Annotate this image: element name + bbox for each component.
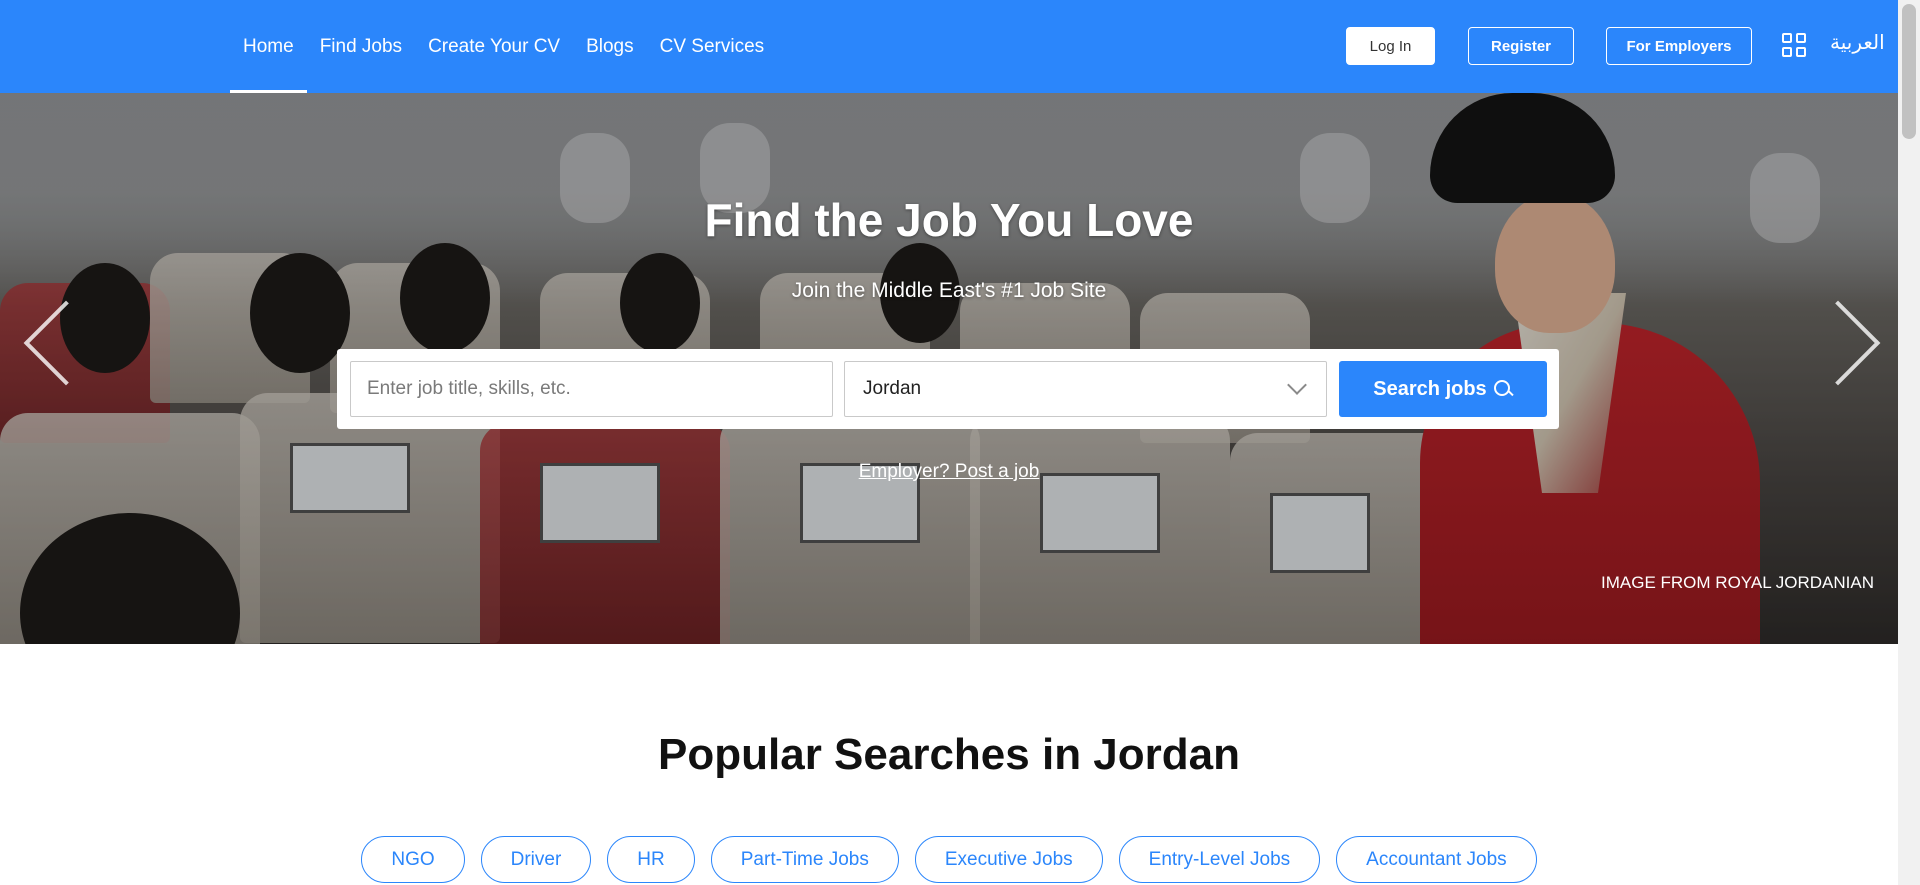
post-job-row: Employer? Post a job — [0, 461, 1898, 483]
search-button-label: Search jobs — [1373, 377, 1487, 400]
hero-title: Find the Job You Love — [704, 194, 1194, 246]
scrollbar-thumb[interactable] — [1902, 4, 1916, 139]
register-button[interactable]: Register — [1468, 27, 1574, 65]
tag-entry-level-jobs[interactable]: Entry-Level Jobs — [1118, 836, 1321, 883]
hero-subtitle: Join the Middle East's #1 Job Site — [791, 279, 1107, 302]
language-switch[interactable]: العربية — [1830, 30, 1885, 55]
page-scrollbar[interactable] — [1898, 0, 1920, 885]
country-select-value: Jordan — [863, 378, 922, 399]
job-keyword-input[interactable] — [350, 361, 833, 417]
nav-create-cv[interactable]: Create Your CV — [415, 0, 573, 93]
tag-ngo[interactable]: NGO — [361, 836, 465, 883]
job-search-form: Jordan Search jobs — [337, 349, 1559, 429]
country-select[interactable]: Jordan — [844, 361, 1327, 417]
tag-driver[interactable]: Driver — [480, 836, 592, 883]
hero-banner: Find the Job You Love Join the Middle Ea… — [0, 93, 1898, 644]
top-header: Home Find Jobs Create Your CV Blogs CV S… — [0, 0, 1898, 93]
grid-icon[interactable] — [1782, 33, 1806, 57]
chevron-down-icon — [1287, 375, 1307, 395]
for-employers-button[interactable]: For Employers — [1606, 27, 1752, 65]
nav-cv-services[interactable]: CV Services — [647, 0, 778, 93]
image-credit: IMAGE FROM ROYAL JORDANIAN — [1601, 573, 1874, 592]
nav-blogs[interactable]: Blogs — [573, 0, 647, 93]
main-nav: Home Find Jobs Create Your CV Blogs CV S… — [230, 0, 777, 93]
post-job-link[interactable]: Employer? Post a job — [859, 461, 1040, 482]
tag-executive-jobs[interactable]: Executive Jobs — [914, 836, 1103, 883]
tag-hr[interactable]: HR — [607, 836, 695, 883]
nav-find-jobs[interactable]: Find Jobs — [307, 0, 415, 93]
tag-part-time-jobs[interactable]: Part-Time Jobs — [710, 836, 899, 883]
search-jobs-button[interactable]: Search jobs — [1339, 361, 1547, 417]
tag-accountant-jobs[interactable]: Accountant Jobs — [1336, 836, 1537, 883]
popular-searches-title: Popular Searches in Jordan — [658, 730, 1240, 779]
nav-home[interactable]: Home — [230, 0, 307, 93]
popular-search-tags: NGO Driver HR Part-Time Jobs Executive J… — [0, 836, 1898, 883]
search-icon — [1493, 379, 1513, 399]
login-button[interactable]: Log In — [1346, 27, 1435, 65]
